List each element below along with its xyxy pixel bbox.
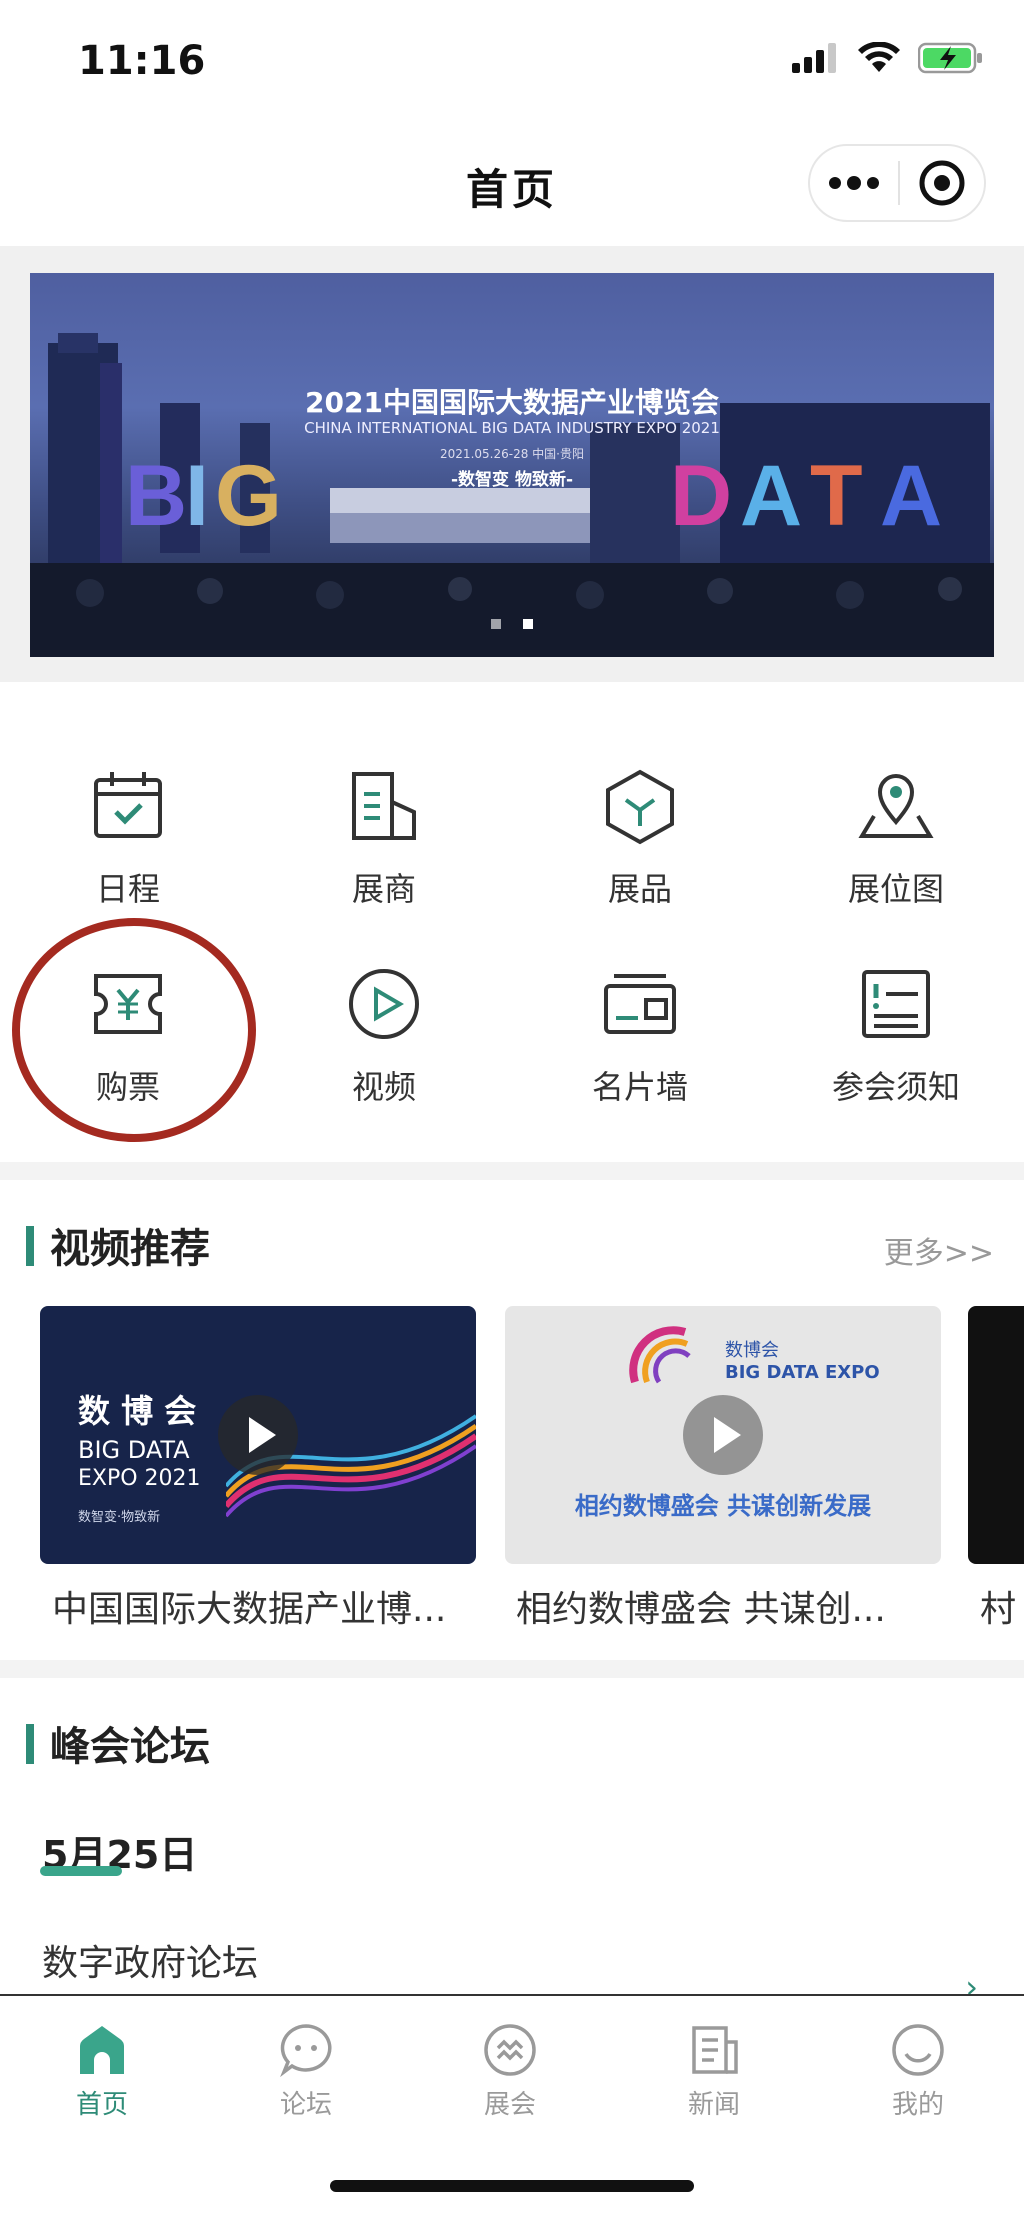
more-link[interactable]: 更多>> bbox=[884, 1228, 994, 1272]
play-button[interactable] bbox=[218, 1395, 298, 1475]
notice-list-icon bbox=[862, 970, 930, 1038]
svg-text:D: D bbox=[670, 448, 732, 544]
highlight-circle-annotation bbox=[12, 918, 256, 1142]
svg-text:G: G bbox=[215, 448, 282, 544]
tab-bar: 首页 论坛 展会 新闻 我的 bbox=[0, 1994, 1024, 2218]
svg-text:A: A bbox=[740, 448, 802, 544]
cube-icon bbox=[606, 769, 674, 845]
home-icon bbox=[80, 2026, 124, 2074]
menu-item-notice[interactable]: 参会须知 bbox=[768, 964, 1024, 1154]
building-doc-icon bbox=[352, 772, 416, 840]
banner-slogan: -数智变 物致新- bbox=[450, 470, 574, 490]
tab-forum[interactable]: 论坛 bbox=[204, 2022, 408, 2142]
feature-grid: 日程 展商 展品 展位图 购票 视频 名片墙 参会须知 bbox=[0, 682, 1024, 1162]
map-pin-icon bbox=[858, 774, 934, 838]
date-tab-underline bbox=[40, 1866, 122, 1876]
signal-icon bbox=[792, 43, 836, 73]
banner-carousel[interactable]: B I G D A T A 2021中国国际大数据产业博览会 CHINA INT… bbox=[30, 273, 994, 657]
video-thumb-tag: 数智变·物致新 bbox=[78, 1510, 161, 1525]
section-title: 视频推荐 bbox=[50, 1226, 210, 1272]
section-divider bbox=[0, 1162, 1024, 1180]
tab-news[interactable]: 新闻 bbox=[612, 2022, 816, 2142]
menu-label: 展位图 bbox=[847, 870, 944, 908]
chat-bubble-icon bbox=[280, 2024, 332, 2078]
svg-text:B: B bbox=[125, 448, 187, 544]
carousel-dot[interactable] bbox=[491, 619, 501, 629]
svg-text:I: I bbox=[185, 448, 209, 544]
banner-title: 2021中国国际大数据产业博览会 bbox=[305, 386, 719, 419]
forum-list-item[interactable]: 数字政府论坛 bbox=[42, 1934, 258, 1986]
video-thumb-title: 数 博 会 bbox=[78, 1392, 197, 1430]
video-thumb-sub: BIG DATA bbox=[78, 1436, 190, 1464]
video-card-partial[interactable] bbox=[968, 1306, 1024, 1564]
video-card[interactable]: 数 博 会 BIG DATA EXPO 2021 数智变·物致新 bbox=[40, 1306, 476, 1564]
menu-label: 日程 bbox=[95, 870, 160, 908]
banner-subtitle: CHINA INTERNATIONAL BIG DATA INDUSTRY EX… bbox=[304, 419, 720, 437]
menu-item-exhibitors[interactable]: 展商 bbox=[256, 766, 512, 956]
section-accent-bar bbox=[26, 1724, 34, 1764]
play-button[interactable] bbox=[683, 1395, 763, 1475]
carousel-indicator bbox=[30, 619, 994, 629]
tab-label: 展会 bbox=[483, 2090, 536, 2120]
forum-section: 峰会论坛 5月25日 数字政府论坛 › bbox=[0, 1678, 1024, 2006]
target-close-icon bbox=[919, 160, 965, 206]
close-button[interactable] bbox=[900, 146, 984, 220]
play-circle-icon bbox=[349, 969, 419, 1039]
tab-expo[interactable]: 展会 bbox=[408, 2022, 612, 2142]
menu-label: 视频 bbox=[351, 1068, 416, 1106]
menu-label: 展品 bbox=[607, 870, 672, 908]
play-icon bbox=[714, 1417, 741, 1453]
expo-icon bbox=[484, 2024, 536, 2076]
video-thumb-title: 相约数博盛会 共谋创新发展 bbox=[574, 1492, 872, 1520]
wifi-icon bbox=[858, 42, 900, 72]
home-indicator[interactable] bbox=[330, 2180, 694, 2192]
menu-item-videos[interactable]: 视频 bbox=[256, 964, 512, 1154]
more-dots-icon bbox=[829, 176, 879, 190]
news-icon bbox=[692, 2026, 738, 2074]
mini-program-capsule bbox=[808, 144, 986, 222]
tab-label: 论坛 bbox=[279, 2090, 332, 2120]
banner-date: 2021.05.26-28 中国·贵阳 bbox=[440, 447, 584, 461]
tab-label: 首页 bbox=[75, 2090, 128, 2120]
video-caption[interactable]: 相约数博盛会 共谋创... bbox=[516, 1580, 946, 1632]
calendar-check-icon bbox=[94, 772, 162, 838]
video-thumb-sub2: EXPO 2021 bbox=[78, 1466, 201, 1491]
svg-text:T: T bbox=[810, 448, 863, 544]
video-caption[interactable]: 中国国际大数据产业博... bbox=[52, 1580, 482, 1632]
tab-label: 我的 bbox=[891, 2090, 944, 2120]
menu-label: 展商 bbox=[351, 870, 416, 908]
carousel-dot-active[interactable] bbox=[523, 619, 533, 629]
banner-area: B I G D A T A 2021中国国际大数据产业博览会 CHINA INT… bbox=[0, 246, 1024, 682]
status-time: 11:16 bbox=[78, 38, 206, 84]
video-thumb-brand-en: BIG DATA EXPO bbox=[725, 1362, 880, 1383]
svg-text:A: A bbox=[880, 448, 942, 544]
menu-item-booth-map[interactable]: 展位图 bbox=[768, 766, 1024, 956]
menu-label: 参会须知 bbox=[831, 1068, 960, 1106]
section-accent-bar bbox=[26, 1226, 34, 1266]
video-caption-partial[interactable]: 村 bbox=[980, 1580, 1024, 1632]
section-divider bbox=[0, 1660, 1024, 1678]
video-section: 视频推荐 更多>> 数 博 会 BIG DATA EXPO 2021 数智变·物… bbox=[0, 1180, 1024, 1660]
menu-item-card-wall[interactable]: 名片墙 bbox=[512, 964, 768, 1154]
status-icons bbox=[792, 42, 984, 74]
status-bar: 11:16 bbox=[0, 0, 1024, 120]
video-thumb-logo bbox=[629, 1326, 691, 1384]
smile-icon bbox=[892, 2024, 944, 2076]
nav-bar: 首页 bbox=[0, 120, 1024, 246]
business-card-icon bbox=[604, 974, 676, 1034]
tab-mine[interactable]: 我的 bbox=[816, 2022, 1020, 2142]
more-button[interactable] bbox=[810, 146, 898, 220]
battery-icon bbox=[918, 42, 982, 74]
menu-item-exhibits[interactable]: 展品 bbox=[512, 766, 768, 956]
video-card[interactable]: 数博会 BIG DATA EXPO 相约数博盛会 共谋创新发展 bbox=[505, 1306, 941, 1564]
tab-label: 新闻 bbox=[687, 2090, 740, 2120]
video-thumb-brand: 数博会 bbox=[725, 1340, 779, 1361]
section-title: 峰会论坛 bbox=[50, 1724, 210, 1770]
tab-home[interactable]: 首页 bbox=[0, 2022, 204, 2142]
menu-label: 名片墙 bbox=[591, 1068, 688, 1106]
play-icon bbox=[249, 1417, 276, 1453]
